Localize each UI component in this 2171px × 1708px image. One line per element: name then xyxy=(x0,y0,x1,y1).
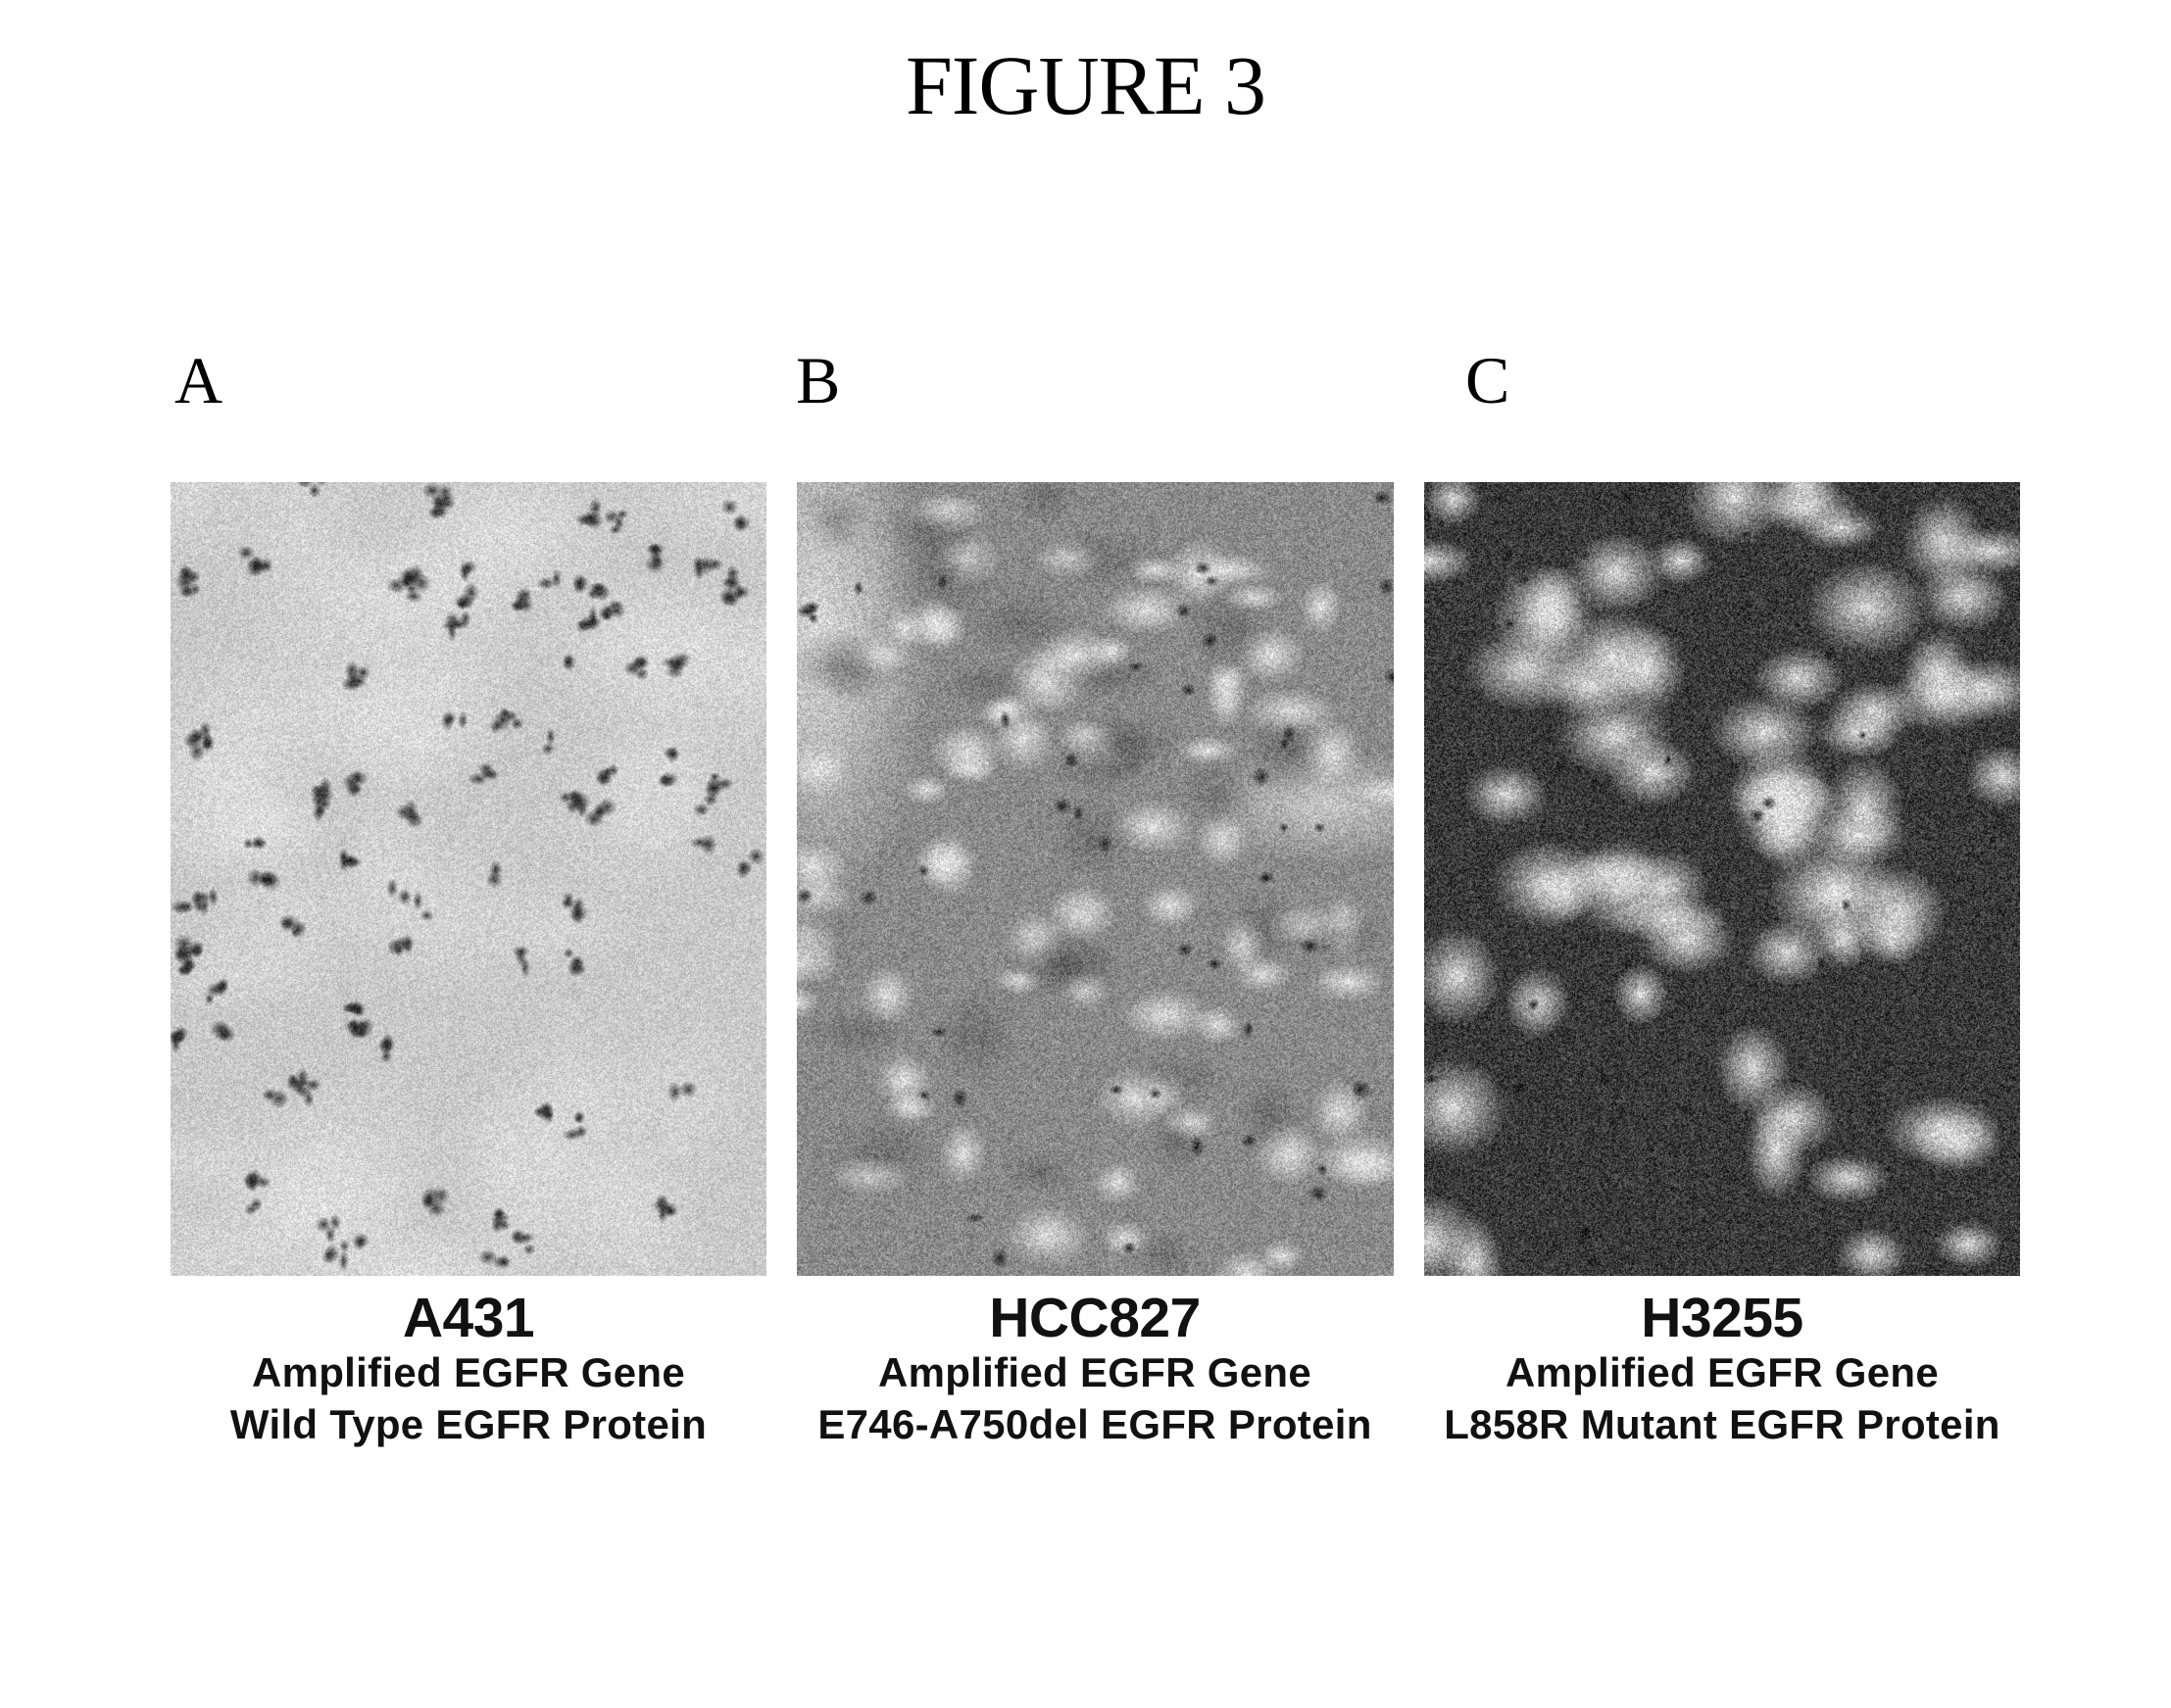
gene-status-label: Amplified EGFR Gene xyxy=(1505,1349,1940,1395)
panel-c-letter: C xyxy=(1465,343,1510,417)
gene-status-label: Amplified EGFR Gene xyxy=(251,1349,686,1395)
panel-c-micrograph xyxy=(1424,482,2020,1276)
protein-status-label: Wild Type EGFR Protein xyxy=(229,1401,708,1447)
cell-line-label: HCC827 xyxy=(989,1287,1201,1349)
gene-status-label: Amplified EGFR Gene xyxy=(877,1349,1312,1395)
cell-line-label: A431 xyxy=(402,1287,535,1349)
protein-status-label: E746-A750del EGFR Protein xyxy=(817,1401,1372,1447)
panel-a-micrograph xyxy=(171,482,766,1276)
panel-a-caption: A431 Amplified EGFR Gene Wild Type EGFR … xyxy=(155,1290,782,1450)
panel-a-image xyxy=(171,482,766,1276)
panel-b-caption: HCC827 Amplified EGFR Gene E746-A750del … xyxy=(781,1290,1408,1450)
panel-b-micrograph xyxy=(797,482,1394,1276)
cell-line-label: H3255 xyxy=(1641,1287,1803,1349)
panel-b-image xyxy=(797,482,1394,1276)
figure-title: FIGURE 3 xyxy=(905,38,1266,132)
panel-b-letter: B xyxy=(796,343,841,417)
panel-c-caption: H3255 Amplified EGFR Gene L858R Mutant E… xyxy=(1408,1290,2036,1450)
panel-c-image xyxy=(1424,482,2020,1276)
panel-a-letter: A xyxy=(174,343,223,417)
protein-status-label: L858R Mutant EGFR Protein xyxy=(1444,1401,2000,1447)
